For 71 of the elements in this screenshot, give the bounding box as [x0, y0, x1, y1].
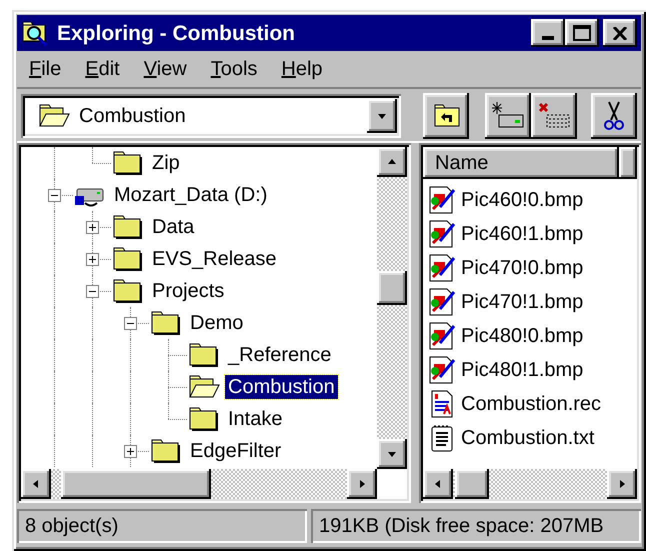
close-button[interactable]: [603, 19, 637, 47]
scroll-right-button[interactable]: [607, 469, 637, 499]
file-name[interactable]: Pic460!1.bmp: [461, 224, 584, 244]
bitmap-file-icon: [427, 185, 457, 215]
toolbar-button[interactable]: [591, 93, 637, 139]
file-name[interactable]: Pic470!1.bmp: [461, 292, 584, 312]
status-text: 191KB (Disk free space: 207MB: [311, 509, 641, 543]
status-text: 8 object(s): [17, 509, 307, 543]
scroll-left-button[interactable]: [423, 469, 453, 499]
scroll-down-button[interactable]: [377, 439, 407, 469]
maximize-button[interactable]: [565, 19, 599, 47]
expand-button[interactable]: [86, 253, 99, 266]
minimize-button[interactable]: [531, 19, 565, 47]
tree-item[interactable]: Data: [149, 215, 198, 239]
tree-item[interactable]: Demo: [187, 311, 246, 335]
menu-item[interactable]: View: [132, 59, 199, 79]
tree-item[interactable]: Mozart_Data (D:): [111, 183, 270, 207]
menu-item[interactable]: Edit: [73, 59, 132, 79]
expand-button[interactable]: [86, 221, 99, 234]
bitmap-file-icon: [427, 355, 457, 385]
toolbar-button[interactable]: [485, 93, 531, 139]
expand-button[interactable]: [124, 445, 137, 458]
scroll-left-button[interactable]: [21, 469, 51, 499]
folder-icon: [149, 309, 183, 337]
menu-item[interactable]: Help: [269, 59, 335, 79]
tree-item[interactable]: Combustion: [225, 375, 338, 399]
window-title: Exploring - Combustion: [57, 22, 296, 44]
file-name[interactable]: Pic460!0.bmp: [461, 190, 584, 210]
column-header[interactable]: [619, 147, 637, 179]
collapse-button[interactable]: [48, 189, 61, 202]
close-icon: [613, 26, 627, 40]
collapse-button[interactable]: [86, 285, 99, 298]
folder-icon: [187, 341, 221, 369]
file-name[interactable]: Pic470!0.bmp: [461, 258, 584, 278]
folder-icon: [111, 213, 145, 241]
scissors-icon: [602, 100, 626, 132]
tree-item[interactable]: Intake: [225, 407, 286, 431]
bitmap-file-icon: [427, 253, 457, 283]
collapse-button[interactable]: [124, 317, 137, 330]
bitmap-file-icon: [427, 219, 457, 249]
scroll-thumb[interactable]: [455, 469, 489, 499]
scroll-right-button[interactable]: [347, 469, 377, 499]
toolbar-button[interactable]: [531, 93, 577, 139]
address-combobox[interactable]: Combustion: [21, 94, 401, 138]
file-name[interactable]: Combustion.txt: [461, 428, 594, 448]
tree-item[interactable]: EdgeFilter: [187, 439, 284, 463]
file-name[interactable]: Combustion.rec: [461, 394, 602, 414]
minimize-icon: [542, 36, 554, 40]
column-header[interactable]: Name: [423, 147, 619, 179]
tree-item[interactable]: Projects: [149, 279, 228, 303]
folder-icon: [111, 149, 145, 177]
folder-icon: [111, 277, 145, 305]
folder-icon: [149, 437, 183, 465]
bitmap-file-icon: [427, 287, 457, 317]
scroll-up-button[interactable]: [377, 147, 407, 177]
tree-item[interactable]: Zip: [149, 151, 183, 175]
explorer-app-icon: [21, 19, 49, 47]
maximize-icon: [573, 25, 591, 41]
file-name[interactable]: Pic480!0.bmp: [461, 326, 584, 346]
folder-icon: [111, 245, 145, 273]
tree-item[interactable]: EVS_Release: [149, 247, 280, 271]
folder-icon: [187, 405, 221, 433]
bitmap-file-icon: [427, 321, 457, 351]
menu-item[interactable]: File: [17, 59, 74, 79]
dropdown-button[interactable]: [367, 99, 397, 133]
scroll-thumb[interactable]: [377, 271, 407, 305]
scroll-thumb[interactable]: [61, 469, 211, 499]
tree-item[interactable]: _Reference: [225, 343, 334, 367]
menu-item[interactable]: Tools: [198, 59, 270, 79]
file-name[interactable]: Pic480!1.bmp: [461, 360, 584, 380]
toolbar-button[interactable]: [423, 93, 469, 139]
